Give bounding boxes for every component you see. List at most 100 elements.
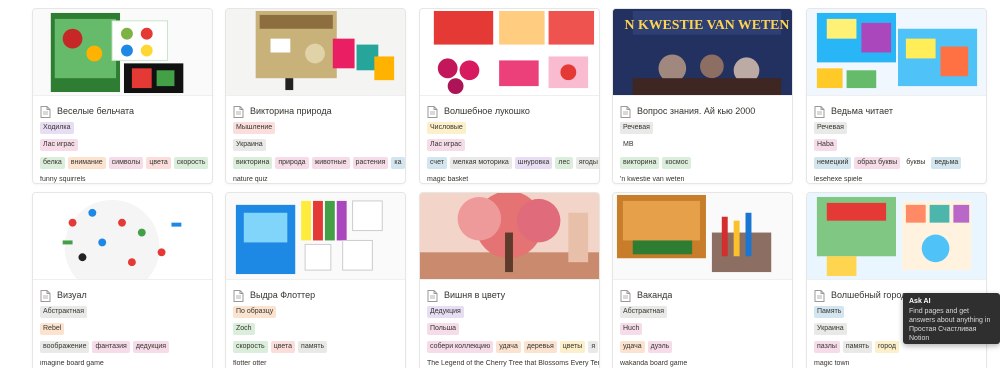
card-title[interactable]: Вопрос знания. Ай кью 2000: [637, 106, 755, 116]
type-property: Речевая: [814, 122, 986, 136]
type-property: Ходилка: [40, 122, 212, 136]
topic-tag: символы: [108, 157, 144, 169]
flotter-otter-cover: [226, 193, 405, 280]
card-title[interactable]: Ваканда: [637, 290, 672, 300]
type-tag: Речевая: [620, 122, 653, 134]
publisher-tag: Лас играс: [40, 139, 78, 151]
page-icon: [427, 105, 438, 118]
publisher-tag: Польша: [427, 323, 460, 335]
card-title[interactable]: Ведьма читает: [831, 106, 893, 116]
card-title-row[interactable]: Вишня в цвету: [427, 286, 599, 303]
topic-tag: ка: [391, 157, 405, 169]
wakanda-cover: [613, 193, 792, 280]
type-property: Числовые: [427, 122, 599, 136]
card-title-row[interactable]: Визуал: [40, 286, 212, 303]
tooltip-title: Ask AI: [909, 298, 931, 305]
card-title-row[interactable]: Волшебное лукошко: [427, 102, 599, 119]
topic-tag: природа: [275, 157, 309, 169]
topic-tag: образ буквы: [854, 157, 901, 169]
type-tag: Абстрактная: [620, 306, 667, 318]
topic-tag: немецкий: [814, 157, 852, 169]
english-name: wakanda board game: [620, 360, 688, 367]
page-icon: [620, 289, 631, 302]
card-title-row[interactable]: Ваканда: [620, 286, 792, 303]
card-title[interactable]: Викторина природа: [250, 106, 332, 116]
card-title[interactable]: Волшебное лукошко: [444, 106, 530, 116]
page-icon: [814, 289, 825, 302]
gallery-card[interactable]: N KWESTIE VAN WETEN Вопрос знания. Ай кь…: [612, 8, 793, 184]
gallery-card[interactable]: Визуал Абстрактная Rebel воображение фантази…: [32, 192, 213, 368]
page-icon: [233, 289, 244, 302]
publisher-tag: Лас играс: [427, 139, 465, 151]
topic-tag: город: [875, 341, 900, 353]
publisher-tag: MB: [623, 141, 634, 148]
topic-tag: память: [842, 341, 872, 353]
topic-tag: удача: [620, 341, 645, 353]
page-icon: [40, 289, 51, 302]
tags-property: викторина природа животные растения ка: [233, 157, 405, 171]
page-icon: [427, 289, 438, 302]
publisher-property: MB: [620, 139, 792, 153]
english-name: imagine board game: [40, 360, 104, 367]
page-icon: [233, 105, 244, 118]
publisher-property: Украина: [233, 139, 405, 153]
cherry-blossom-cover: [420, 193, 599, 280]
card-title-row[interactable]: Веселые бельчата: [40, 102, 212, 119]
topic-tag: собери коллекцию: [427, 341, 494, 353]
tags-property: немецкий образ буквы буквы ведьма: [814, 157, 986, 171]
card-title[interactable]: Визуал: [57, 290, 87, 300]
card-title[interactable]: Выдра Флоттер: [250, 290, 315, 300]
topic-tag: шнуровка: [514, 157, 553, 169]
publisher-tag: Zoch: [233, 323, 255, 335]
type-property: Дедукция: [427, 306, 599, 320]
english-name: magic basket: [427, 176, 469, 183]
publisher-property: Лас играс: [427, 139, 599, 153]
magic-basket-cover: [420, 9, 599, 96]
type-tag: Абстрактная: [40, 306, 87, 318]
gallery-card[interactable]: Вишня в цвету Дедукция Польша собери коллек…: [419, 192, 600, 368]
card-title[interactable]: Вишня в цвету: [444, 290, 505, 300]
gallery-card[interactable]: Ваканда Абстрактная Huch удача дуэль wakanda …: [612, 192, 793, 368]
publisher-tag: Украина: [233, 139, 266, 151]
publisher-tag: Rebel: [40, 323, 65, 335]
card-title-row[interactable]: Ведьма читает: [814, 102, 986, 119]
topic-tag: скорость: [233, 341, 268, 353]
tags-property: воображение фантазия дедукция: [40, 341, 212, 355]
card-title[interactable]: Веселые бельчата: [57, 106, 134, 116]
publisher-property: Zoch: [233, 323, 405, 337]
type-tag: Дедукция: [427, 306, 464, 318]
topic-tag: животные: [311, 157, 350, 169]
card-title-row[interactable]: Вопрос знания. Ай кью 2000: [620, 102, 792, 119]
topic-tag: цвета: [146, 157, 171, 169]
kwestie-van-weten-cover: N KWESTIE VAN WETEN: [613, 9, 792, 96]
card-title-row[interactable]: Викторина природа: [233, 102, 405, 119]
english-name: The Legend of the Cherry Tree that Bloss…: [427, 360, 599, 367]
visual-cover: [33, 193, 212, 280]
topic-tag: викторина: [620, 157, 660, 169]
topic-tag: счет: [427, 157, 447, 169]
english-name: flotter otter: [233, 360, 267, 367]
funny-squirrels-cover: [33, 9, 212, 96]
gallery-card[interactable]: Викторина природа Мышление Украина викторин…: [225, 8, 406, 184]
gallery-card[interactable]: Волшебное лукошко Числовые Лас играс счет ме…: [419, 8, 600, 184]
card-title-row[interactable]: Выдра Флоттер: [233, 286, 405, 303]
english-name: magic town: [814, 360, 850, 367]
type-tag: По образцу: [233, 306, 277, 318]
type-property: Речевая: [620, 122, 792, 136]
topic-tag: викторина: [233, 157, 273, 169]
magic-town-cover: [807, 193, 986, 280]
type-property: Мышление: [233, 122, 405, 136]
tags-property: скорость цвета память: [233, 341, 405, 355]
topic-tag: космос: [662, 157, 692, 169]
publisher-property: Польша: [427, 323, 599, 337]
type-property: Абстрактная: [620, 306, 792, 320]
gallery-card[interactable]: Ведьма читает Речевая Haba немецкий образ бу…: [806, 8, 987, 184]
tooltip-body: Find pages and get answers about anythin…: [909, 308, 991, 342]
topic-tag: мелкая моторика: [449, 157, 512, 169]
type-tag: Числовые: [427, 122, 466, 134]
nature-quiz-cover: [226, 9, 405, 96]
gallery-card[interactable]: Веселые бельчата Ходилка Лас играс белка вни…: [32, 8, 213, 184]
english-name: nature quiz: [233, 176, 268, 183]
gallery-card[interactable]: Выдра Флоттер По образцу Zoch скорость цвета…: [225, 192, 406, 368]
topic-tag: дедукция: [132, 341, 170, 353]
